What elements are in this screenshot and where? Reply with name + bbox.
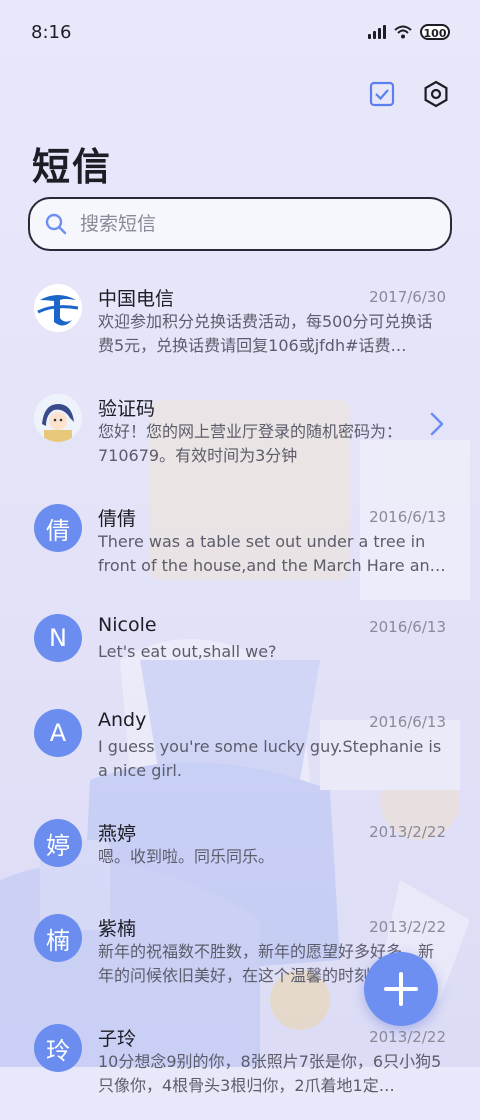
- anime-girl-avatar-icon: [34, 394, 82, 442]
- contact-avatar: N: [34, 614, 82, 662]
- conversation-item[interactable]: A Andy 2016/6/13 I guess you're some luc…: [0, 695, 480, 805]
- message-preview: I guess you're some lucky guy.Stephanie …: [98, 737, 442, 780]
- message-preview: 欢迎参加积分兑换话费活动，每500分可兑换话费5元，兑换话费请回复106或jfd…: [98, 312, 433, 355]
- conversation-item[interactable]: 验证码 您好！您的网上营业厅登录的随机密码为：710679。有效时间为3分钟: [0, 380, 480, 490]
- contact-name: 倩倩: [98, 508, 137, 530]
- message-date: 2017/6/30: [369, 288, 446, 306]
- message-date: 2013/2/22: [369, 918, 446, 936]
- conversation-item[interactable]: 倩 倩倩 2016/6/13 There was a table set out…: [0, 490, 480, 600]
- message-preview: There was a table set out under a tree i…: [98, 532, 446, 575]
- contact-name: 紫楠: [98, 918, 137, 940]
- conversation-item[interactable]: 婷 燕婷 2013/2/22 嗯。收到啦。同乐同乐。: [0, 805, 480, 900]
- message-date: 2016/6/13: [369, 713, 446, 731]
- search-icon: [45, 213, 67, 235]
- new-message-button[interactable]: [364, 952, 438, 1026]
- battery-icon: 100: [420, 24, 450, 40]
- message-preview: 您好！您的网上营业厅登录的随机密码为：710679。有效时间为3分钟: [98, 422, 403, 465]
- plus-icon: [384, 972, 418, 1006]
- page-title: 短信: [32, 145, 113, 189]
- contact-avatar: 楠: [34, 914, 82, 962]
- search-bar[interactable]: [28, 197, 452, 251]
- contact-avatar: 倩: [34, 504, 82, 552]
- contact-name: Andy: [98, 709, 147, 731]
- conversation-item[interactable]: N Nicole 2016/6/13 Let's eat out,shall w…: [0, 600, 480, 695]
- contact-name: 子玲: [98, 1028, 137, 1050]
- status-time: 8:16: [31, 22, 72, 43]
- message-date: 2013/2/22: [369, 1028, 446, 1046]
- search-input[interactable]: [78, 212, 412, 236]
- message-preview: Let's eat out,shall we?: [98, 642, 277, 661]
- message-preview: 10分想念9别的你，8张照片7张是你，6只小狗5只像你，4根骨头3根归你，2爪着…: [98, 1052, 442, 1095]
- contact-avatar: A: [34, 709, 82, 757]
- telecom-logo-avatar: [34, 284, 82, 332]
- message-date: 2016/6/13: [369, 618, 446, 636]
- telecom-logo-icon: [35, 285, 81, 331]
- contact-name: 验证码: [98, 398, 156, 420]
- message-preview: 嗯。收到啦。同乐同乐。: [98, 847, 275, 866]
- contact-name: 中国电信: [98, 288, 175, 310]
- message-date: 2016/6/13: [369, 508, 446, 526]
- contact-avatar: 婷: [34, 819, 82, 867]
- top-actions: [366, 78, 452, 110]
- select-mode-button[interactable]: [366, 78, 398, 110]
- chevron-right-icon[interactable]: [430, 412, 444, 436]
- conversation-item[interactable]: 玲 子玲 2013/2/22 10分想念9别的你，8张照片7张是你，6只小狗5只…: [0, 1010, 480, 1120]
- message-date: 2013/2/22: [369, 823, 446, 841]
- settings-button[interactable]: [420, 78, 452, 110]
- status-bar: 8:16 100: [0, 0, 480, 66]
- contact-avatar: 玲: [34, 1024, 82, 1072]
- status-icons: 100: [368, 24, 450, 40]
- conversation-item[interactable]: 中国电信 2017/6/30 欢迎参加积分兑换话费活动，每500分可兑换话费5元…: [0, 270, 480, 380]
- signal-icon: [368, 25, 386, 39]
- gear-icon: [424, 80, 448, 108]
- contact-name: Nicole: [98, 614, 157, 636]
- checkbox-icon: [369, 81, 395, 107]
- anime-avatar: [34, 394, 82, 442]
- contact-name: 燕婷: [98, 823, 137, 845]
- wifi-icon: [394, 25, 412, 39]
